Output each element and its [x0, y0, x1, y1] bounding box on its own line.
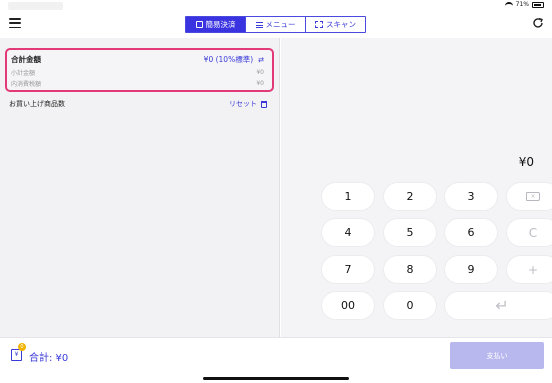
refresh-icon[interactable]: [532, 17, 544, 29]
battery-percentage: 71%: [515, 1, 529, 8]
swap-icon[interactable]: ⇄: [258, 56, 264, 64]
item-count-row: お買い上げ商品数 リセット: [9, 99, 267, 109]
tab-menu[interactable]: メニュー: [246, 17, 306, 32]
key-1[interactable]: 1: [322, 183, 374, 210]
backspace-icon: ×: [526, 192, 540, 201]
key-0[interactable]: 0: [384, 292, 436, 319]
clear-key[interactable]: C: [507, 219, 552, 246]
total-summary-card: 合計金額 ¥0 (10%標準) ⇄ 小計金額 ¥0 内消費税額 ¥0: [5, 48, 274, 92]
tab-label: 簡易決済: [205, 20, 236, 29]
keypad-panel: ¥0 1 2 3 4 5 6 7 8 9 00 0 × C + ↵: [281, 38, 552, 337]
key-9[interactable]: 9: [445, 256, 497, 283]
app-header: 簡易決済 メニュー スキャン: [0, 12, 552, 38]
cart-panel: 合計金額 ¥0 (10%標準) ⇄ 小計金額 ¥0 内消費税額 ¥0 お買い上げ…: [0, 38, 280, 337]
status-bar-blurred-region: [8, 2, 63, 10]
footer-total: 合計: ¥0: [29, 353, 69, 364]
enter-key[interactable]: ↵: [445, 292, 552, 319]
tab-quick-payment[interactable]: 簡易決済: [186, 17, 246, 32]
wifi-icon: [504, 1, 513, 8]
list-icon: [255, 21, 263, 28]
key-2[interactable]: 2: [384, 183, 436, 210]
key-5[interactable]: 5: [384, 219, 436, 246]
scan-icon: [315, 21, 323, 28]
mode-tabs: 簡易決済 メニュー スキャン: [185, 16, 366, 33]
status-bar-indicators: 71%: [504, 1, 544, 8]
battery-icon: [532, 1, 544, 8]
tab-scan[interactable]: スキャン: [306, 17, 365, 32]
tax-row: 内消費税額 ¥0: [11, 79, 264, 88]
key-00[interactable]: 00: [322, 292, 374, 319]
key-6[interactable]: 6: [445, 219, 497, 246]
subtotal-label: 小計金額: [11, 70, 36, 77]
backspace-key[interactable]: ×: [507, 183, 552, 210]
tax-value: ¥0: [256, 80, 264, 87]
tab-label: メニュー: [265, 20, 296, 29]
key-7[interactable]: 7: [322, 256, 374, 283]
key-8[interactable]: 8: [384, 256, 436, 283]
amount-display: ¥0: [518, 155, 534, 169]
footer-bar: ¥ 0 合計: ¥0 支払い: [0, 337, 552, 383]
total-value: ¥0 (10%標準): [203, 55, 254, 64]
home-indicator: [203, 377, 349, 380]
subtotal-row: 小計金額 ¥0: [11, 68, 264, 77]
key-4[interactable]: 4: [322, 219, 374, 246]
reset-label: リセット: [229, 100, 257, 108]
item-count-label: お買い上げ商品数: [9, 100, 65, 108]
tax-label: 内消費税額: [11, 81, 42, 88]
status-bar: 71%: [0, 0, 552, 12]
subtotal-value: ¥0: [256, 69, 264, 76]
calculator-icon: [195, 21, 203, 28]
trash-icon: [261, 100, 267, 108]
reset-button[interactable]: リセット: [229, 99, 267, 109]
cart-count-badge: 0: [18, 343, 26, 351]
tab-label: スキャン: [326, 20, 356, 29]
pay-button[interactable]: 支払い: [450, 342, 544, 369]
plus-key[interactable]: +: [507, 256, 552, 283]
hamburger-menu-icon[interactable]: [9, 18, 21, 28]
total-row: 合計金額 ¥0 (10%標準) ⇄: [11, 54, 264, 65]
total-label: 合計金額: [11, 55, 41, 64]
key-3[interactable]: 3: [445, 183, 497, 210]
